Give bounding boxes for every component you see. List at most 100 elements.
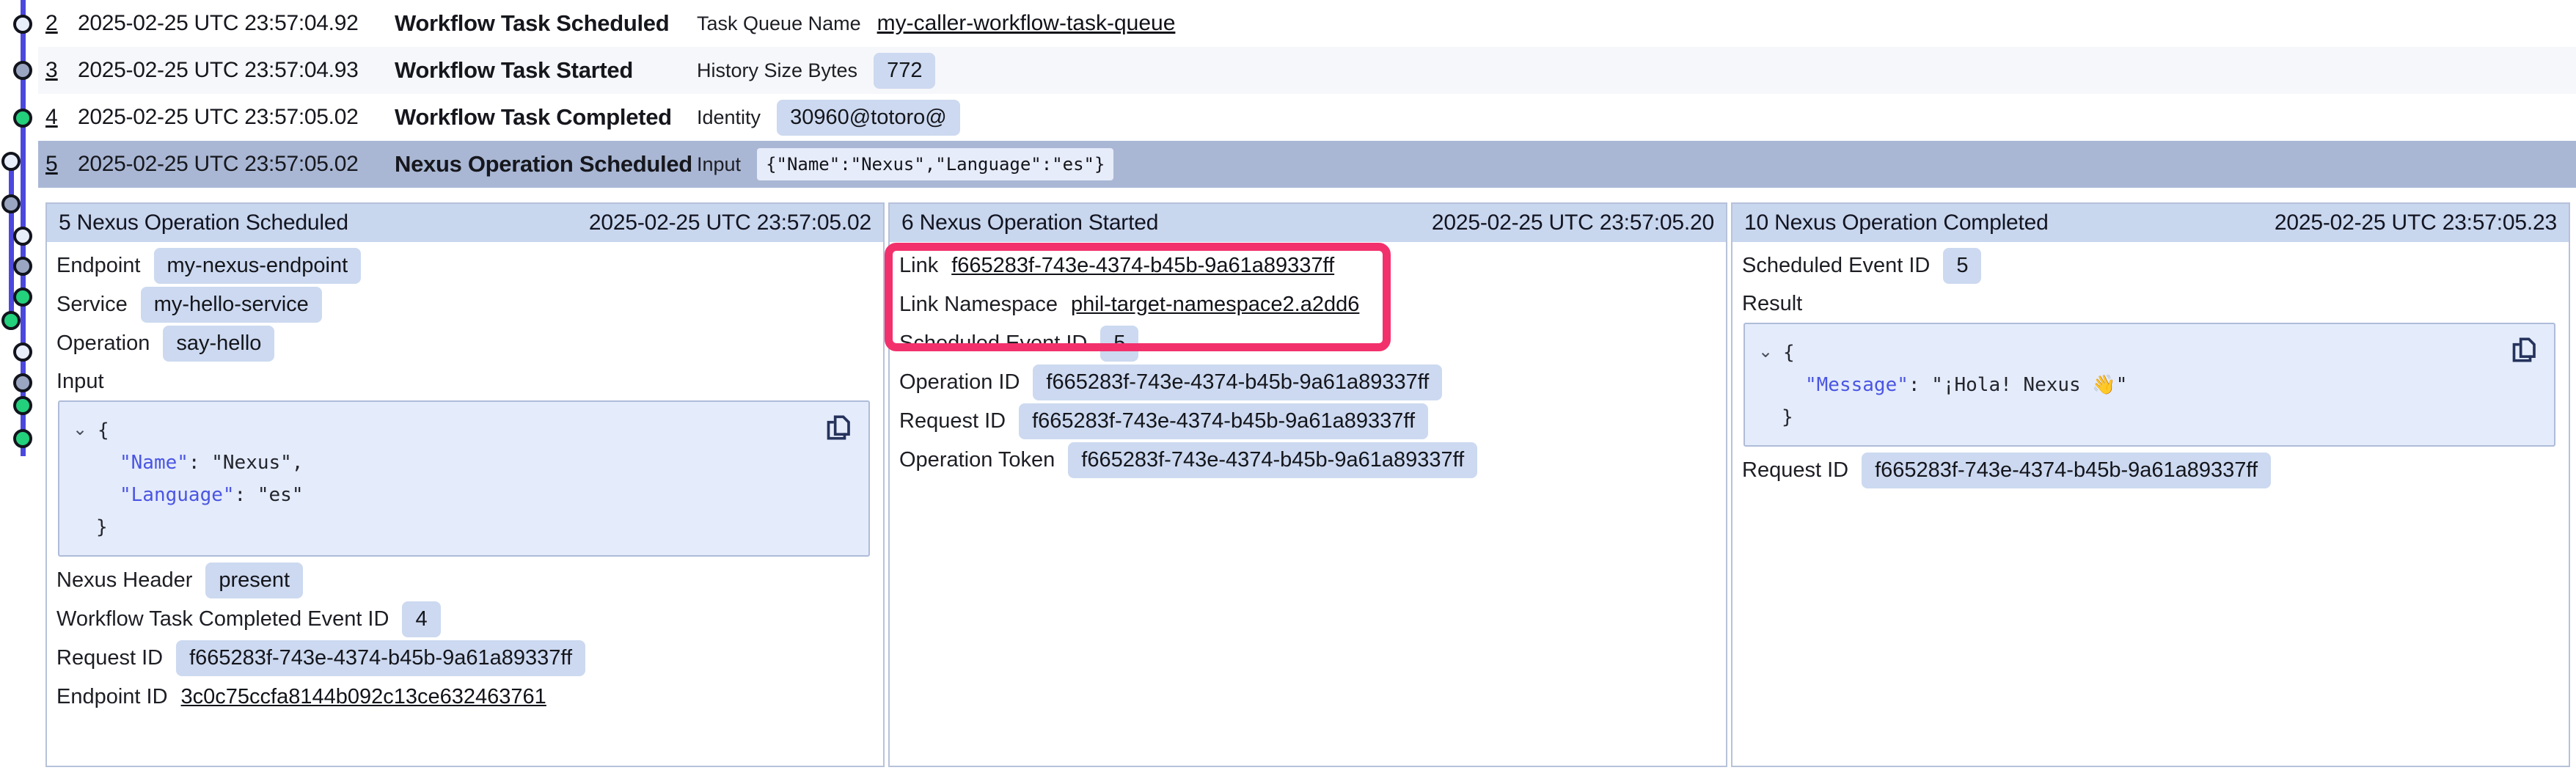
event-id-link[interactable]: 3 xyxy=(45,58,78,83)
event-row-3[interactable]: 3 2025-02-25 UTC 23:57:04.93 Workflow Ta… xyxy=(38,47,2576,94)
field-nexus-header: Nexus Header present xyxy=(56,565,871,596)
event-timestamp: 2025-02-25 UTC 23:57:05.02 xyxy=(78,152,395,177)
panel-timestamp: 2025-02-25 UTC 23:57:05.02 xyxy=(589,210,871,235)
panel-title: 5 Nexus Operation Scheduled xyxy=(59,210,348,235)
field-label: Endpoint ID xyxy=(56,685,168,709)
collapse-chevron-icon[interactable]: ⌄ xyxy=(73,414,89,446)
identity-badge: 30960@totoro@ xyxy=(777,100,960,136)
event-dot-completed xyxy=(13,287,32,307)
event-dot-completed xyxy=(13,109,32,128)
request-id-badge: f665283f-743e-4374-b45b-9a61a89337ff xyxy=(1862,453,2271,488)
event-id-link[interactable]: 2 xyxy=(45,11,78,36)
task-queue-link[interactable]: my-caller-workflow-task-queue xyxy=(877,11,1176,36)
endpoint-id-link[interactable]: 3c0c75ccfa8144b092c13ce632463761 xyxy=(181,685,546,709)
copy-icon xyxy=(824,411,857,444)
panel-header: 5 Nexus Operation Scheduled 2025-02-25 U… xyxy=(47,204,883,242)
event-dot-started xyxy=(13,257,32,276)
event-dot-started xyxy=(13,61,32,80)
field-operation-id: Operation ID f665283f-743e-4374-b45b-9a6… xyxy=(899,367,1714,398)
field-request-id: Request ID f665283f-743e-4374-b45b-9a61a… xyxy=(56,642,871,673)
operation-token-badge: f665283f-743e-4374-b45b-9a61a89337ff xyxy=(1068,442,1477,478)
field-scheduled-event-id: Scheduled Event ID 5 xyxy=(899,328,1714,359)
event-row-4[interactable]: 4 2025-02-25 UTC 23:57:05.02 Workflow Ta… xyxy=(38,94,2576,141)
field-label: Request ID xyxy=(899,409,1006,433)
field-label: Request ID xyxy=(1742,458,1848,483)
event-dot-started xyxy=(13,373,32,392)
timeline-line-nexus-branch xyxy=(9,161,14,326)
json-line: ⌄{ xyxy=(73,414,855,447)
panel-nexus-operation-completed: 10 Nexus Operation Completed 2025-02-25 … xyxy=(1731,202,2570,767)
panel-title: 6 Nexus Operation Started xyxy=(901,210,1158,235)
event-group-details: 5 Nexus Operation Scheduled 2025-02-25 U… xyxy=(45,202,2570,767)
field-scheduled-event-id: Scheduled Event ID 5 xyxy=(1742,250,2557,281)
json-line: } xyxy=(1758,401,2541,433)
json-line: } xyxy=(73,511,855,543)
field-label: Request ID xyxy=(56,646,163,670)
event-name: Nexus Operation Scheduled xyxy=(395,151,697,177)
event-id-link[interactable]: 4 xyxy=(45,105,78,130)
event-row-2[interactable]: 2 2025-02-25 UTC 23:57:04.92 Workflow Ta… xyxy=(38,0,2576,47)
event-attr-label: Identity xyxy=(697,106,761,129)
field-endpoint-id: Endpoint ID 3c0c75ccfa8144b092c13ce63246… xyxy=(56,681,871,712)
field-label: Scheduled Event ID xyxy=(899,331,1087,356)
scheduled-event-id-badge: 5 xyxy=(1100,326,1138,362)
input-payload-viewer: ⌄{ "Name": "Nexus", "Language": "es" } xyxy=(58,400,870,557)
collapse-chevron-icon[interactable]: ⌄ xyxy=(1758,336,1774,368)
event-name: Workflow Task Completed xyxy=(395,104,697,131)
json-line: ⌄{ xyxy=(1758,336,2541,369)
json-line: "Language": "es" xyxy=(73,479,855,511)
workflow-event-history-page: 2 2025-02-25 UTC 23:57:04.92 Workflow Ta… xyxy=(0,0,2576,773)
panel-header: 10 Nexus Operation Completed 2025-02-25 … xyxy=(1732,204,2569,242)
event-timestamp: 2025-02-25 UTC 23:57:04.92 xyxy=(78,11,395,36)
event-attr-label: History Size Bytes xyxy=(697,59,857,82)
field-service: Service my-hello-service xyxy=(56,289,871,320)
field-wtc-event-id: Workflow Task Completed Event ID 4 xyxy=(56,604,871,634)
field-request-id: Request ID f665283f-743e-4374-b45b-9a61a… xyxy=(1742,455,2557,486)
event-dot-completed xyxy=(13,429,32,448)
field-label: Operation ID xyxy=(899,370,1020,395)
copy-button[interactable] xyxy=(824,411,858,444)
panel-nexus-operation-started: 6 Nexus Operation Started 2025-02-25 UTC… xyxy=(888,202,1727,767)
nexus-header-badge: present xyxy=(205,563,303,598)
service-badge: my-hello-service xyxy=(141,287,322,323)
event-row-5-selected[interactable]: 5 2025-02-25 UTC 23:57:05.02 Nexus Opera… xyxy=(38,141,2576,188)
operation-badge: say-hello xyxy=(163,326,274,362)
input-section-label: Input xyxy=(56,368,871,395)
event-rows: 2 2025-02-25 UTC 23:57:04.92 Workflow Ta… xyxy=(38,0,2576,188)
event-dot-scheduled xyxy=(13,227,32,246)
panel-title: 10 Nexus Operation Completed xyxy=(1744,210,2049,235)
link-namespace-link[interactable]: phil-target-namespace2.a2dd6 xyxy=(1071,293,1359,317)
event-dot-scheduled xyxy=(1,152,21,171)
json-line: "Message": "¡Hola! Nexus 👋" xyxy=(1758,369,2541,401)
event-id-link[interactable]: 5 xyxy=(45,152,78,177)
timeline-graph xyxy=(0,0,38,773)
field-operation: Operation say-hello xyxy=(56,328,871,359)
field-label: Link Namespace xyxy=(899,293,1058,317)
event-attr-label: Task Queue Name xyxy=(697,12,861,35)
copy-icon xyxy=(2510,334,2542,366)
event-dot-started xyxy=(1,194,21,213)
link-workflow-link[interactable]: f665283f-743e-4374-b45b-9a61a89337ff xyxy=(951,254,1334,278)
field-link-namespace: Link Namespace phil-target-namespace2.a2… xyxy=(899,289,1714,320)
panel-nexus-operation-scheduled: 5 Nexus Operation Scheduled 2025-02-25 U… xyxy=(45,202,885,767)
event-timestamp: 2025-02-25 UTC 23:57:04.93 xyxy=(78,58,395,83)
copy-button[interactable] xyxy=(2510,333,2544,367)
field-label: Endpoint xyxy=(56,254,141,278)
event-timestamp: 2025-02-25 UTC 23:57:05.02 xyxy=(78,105,395,130)
field-link: Link f665283f-743e-4374-b45b-9a61a89337f… xyxy=(899,250,1714,281)
field-endpoint: Endpoint my-nexus-endpoint xyxy=(56,250,871,281)
scheduled-event-id-badge: 5 xyxy=(1943,248,1981,284)
field-label: Nexus Header xyxy=(56,568,192,593)
field-request-id: Request ID f665283f-743e-4374-b45b-9a61a… xyxy=(899,406,1714,436)
panel-header: 6 Nexus Operation Started 2025-02-25 UTC… xyxy=(890,204,1726,242)
event-dot-completed xyxy=(13,396,32,415)
event-dot-completed xyxy=(1,311,21,330)
history-size-badge: 772 xyxy=(874,53,935,89)
panel-timestamp: 2025-02-25 UTC 23:57:05.23 xyxy=(2275,210,2557,235)
event-name: Workflow Task Started xyxy=(395,57,697,84)
request-id-badge: f665283f-743e-4374-b45b-9a61a89337ff xyxy=(1019,403,1428,439)
field-label: Operation Token xyxy=(899,448,1055,472)
input-payload-badge: {"Name":"Nexus","Language":"es"} xyxy=(757,148,1113,180)
field-label: Scheduled Event ID xyxy=(1742,254,1930,278)
result-payload-viewer: ⌄{ "Message": "¡Hola! Nexus 👋" } xyxy=(1743,323,2555,447)
